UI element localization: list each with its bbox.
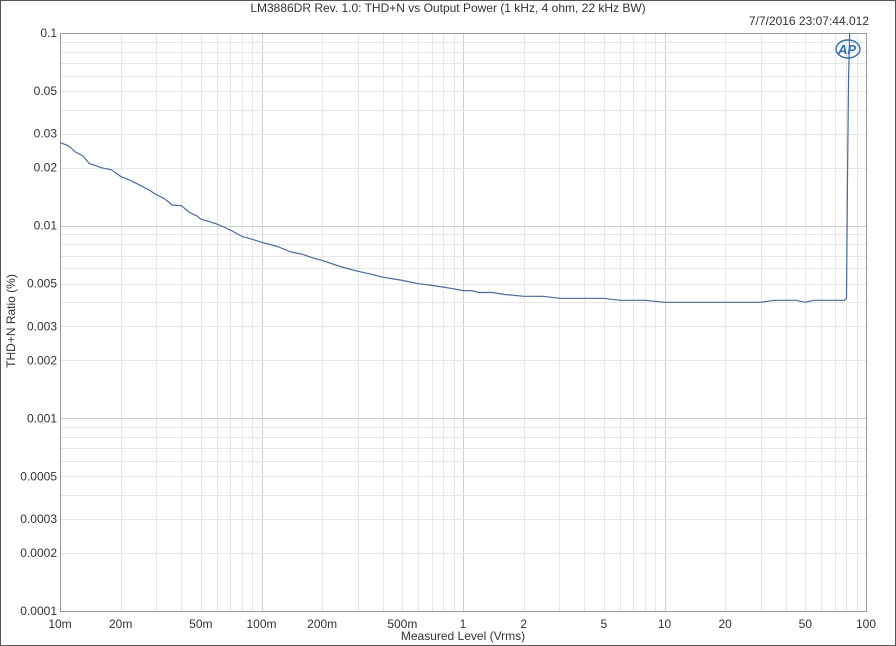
y-tick-label: 0.1 — [40, 26, 57, 40]
y-tick-label: 0.0002 — [20, 546, 57, 560]
y-axis-label: THD+N Ratio (%) — [4, 274, 18, 368]
y-tick-label: 0.02 — [34, 161, 58, 175]
logo-text: AP — [837, 42, 856, 57]
y-tick-label: 0.01 — [34, 219, 58, 233]
y-tick-label: 0.0005 — [20, 469, 57, 483]
y-tick-label: 0.0003 — [20, 512, 57, 526]
y-tick-label: 0.003 — [27, 319, 57, 333]
y-tick-label: 0.0001 — [20, 604, 57, 618]
x-axis-label: Measured Level (Vrms) — [400, 629, 526, 643]
y-tick-label: 0.05 — [34, 84, 58, 98]
chart-area: 10m 20m 50m 100m 200m 500m 1 2 5 10 20 50 100 0.10.0… — [20, 26, 876, 631]
y-tick-label: 0.005 — [27, 277, 57, 291]
y-tick-label: 0.03 — [34, 127, 58, 141]
y-axis-tick-labels: 0.1 0.05 0.03 0.02 0.01 0.005 0.003 0.002 0.001 0… — [20, 26, 57, 618]
grid — [60, 33, 866, 612]
y-tick-label: 0.001 — [27, 411, 57, 425]
y-tick-label: 0.002 — [27, 353, 57, 367]
